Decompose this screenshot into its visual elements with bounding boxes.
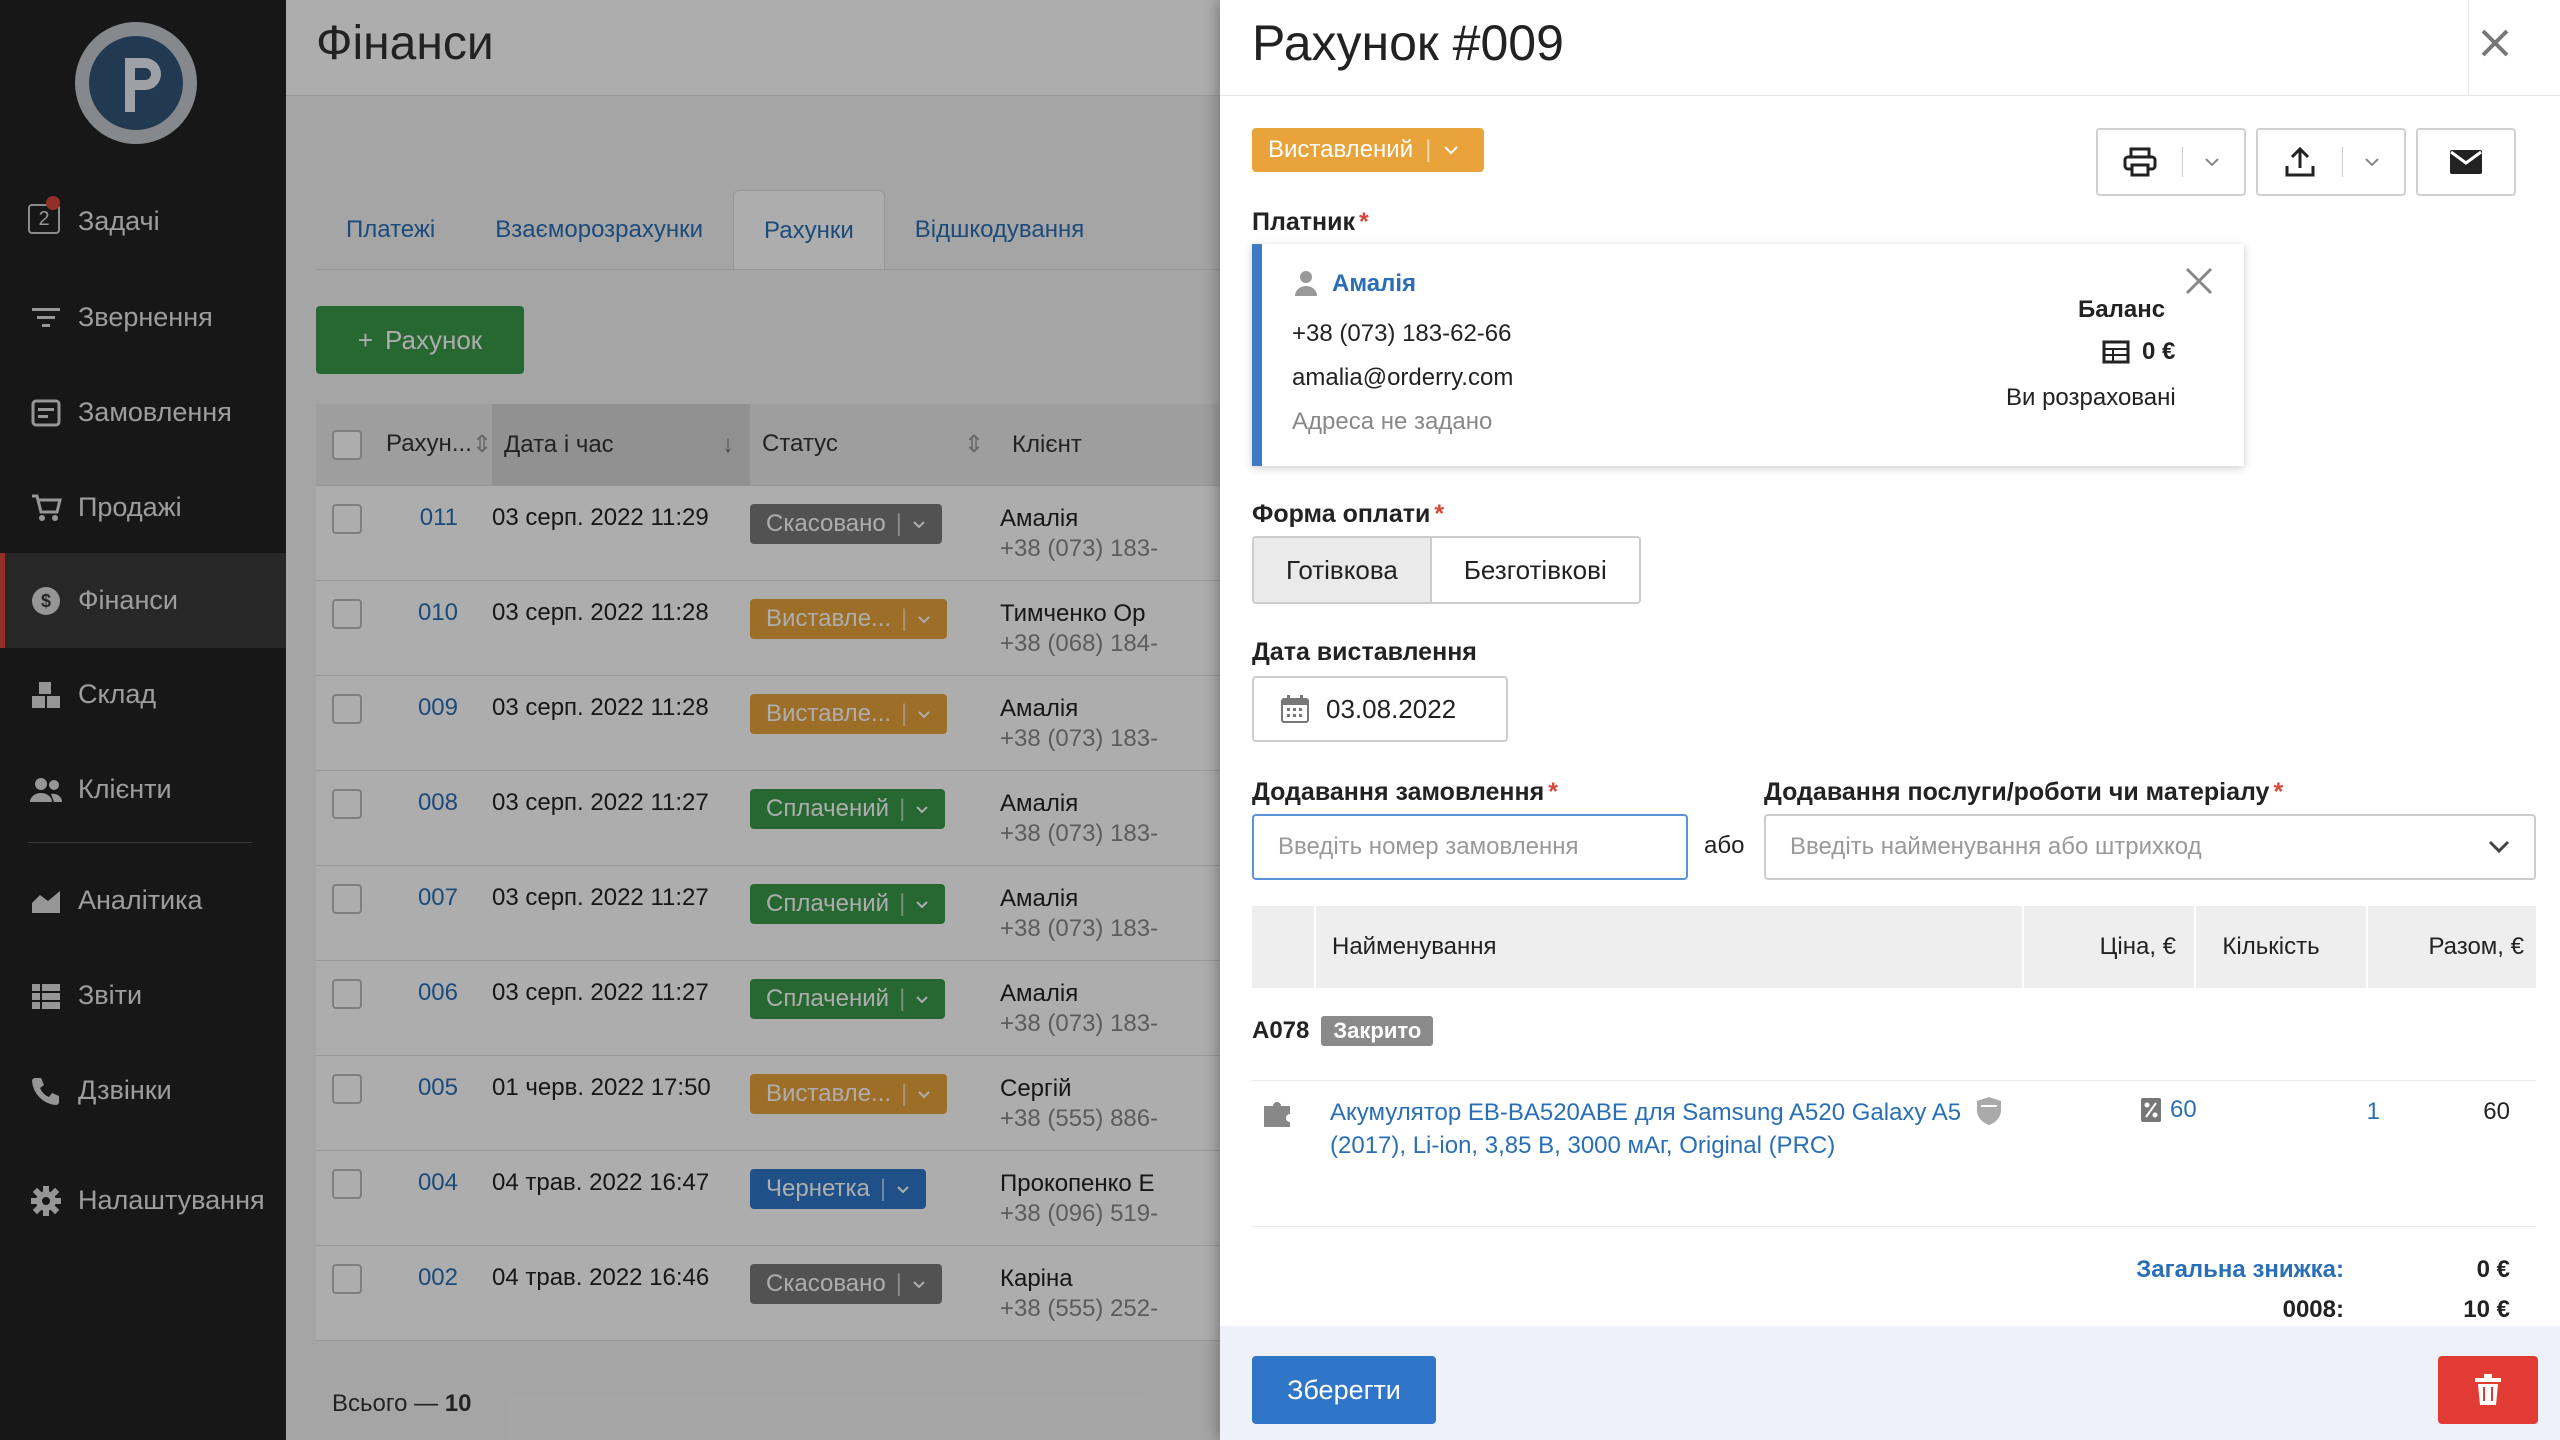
item-price[interactable]: 60	[2140, 1096, 2197, 1124]
payer-phone: +38 (073) 183-62-66	[1292, 320, 1512, 347]
order-code[interactable]: A078	[1252, 1017, 1309, 1045]
service-placeholder: Введіть найменування або штрихкод	[1790, 833, 2202, 860]
chevron-down-icon	[1444, 146, 1459, 155]
item-quantity[interactable]: 1	[2340, 1098, 2380, 1126]
payment-cash-option[interactable]: Готівкова	[1254, 538, 1432, 602]
items-table-header: Найменування Ціна, € Кількість Разом, €	[1252, 906, 2536, 988]
trash-icon	[2475, 1374, 2501, 1405]
modal-backdrop[interactable]	[0, 0, 1220, 1440]
item-name-link[interactable]: Акумулятор EB-BA520ABE для Samsung A520 …	[1330, 1096, 1970, 1162]
payer-label: Платник *	[1252, 208, 1369, 236]
balance-note: Ви розраховані	[2006, 384, 2176, 411]
close-icon	[2481, 29, 2509, 57]
or-text: або	[1704, 832, 1745, 859]
person-icon	[1295, 271, 1317, 296]
total-label: 0008:	[2282, 1296, 2344, 1323]
discount-tag-icon	[2141, 1098, 2161, 1122]
invoice-panel: Рахунок #009 Виставлений | Платник * Амал…	[1220, 0, 2560, 1440]
discount-value: 0 €	[2476, 1256, 2510, 1283]
cash-register-icon	[2102, 340, 2130, 364]
calendar-icon	[1281, 695, 1309, 723]
service-search-select[interactable]: Введіть найменування або штрихкод	[1764, 814, 2536, 880]
add-order-label: Додавання замовлення *	[1252, 778, 1558, 806]
payer-name[interactable]: Амалія	[1332, 270, 1416, 298]
col-qty: Кількість	[2222, 933, 2320, 960]
email-button[interactable]	[2416, 128, 2516, 196]
status-dropdown[interactable]: Виставлений |	[1252, 128, 1484, 172]
issue-date-field[interactable]: 03.08.2022	[1252, 676, 1508, 742]
payer-card: Амалія +38 (073) 183-62-66 amalia@orderr…	[1252, 244, 2244, 466]
puzzle-icon	[1264, 1102, 1290, 1127]
upload-icon	[2285, 146, 2315, 177]
close-panel-button[interactable]	[2470, 18, 2520, 68]
col-total: Разом, €	[2428, 933, 2524, 960]
warranty-shield-icon[interactable]	[1976, 1096, 2002, 1126]
panel-footer: Зберегти	[1220, 1326, 2560, 1440]
issue-date-value: 03.08.2022	[1326, 693, 1457, 724]
item-total: 60	[2483, 1098, 2510, 1125]
chevron-down-icon	[2365, 158, 2379, 167]
payer-email: amalia@orderry.com	[1292, 364, 1514, 391]
close-icon[interactable]	[2184, 266, 2214, 296]
print-button[interactable]	[2096, 128, 2246, 196]
chevron-down-icon	[2205, 158, 2219, 167]
envelope-icon	[2450, 150, 2482, 174]
export-button[interactable]	[2256, 128, 2406, 196]
discount-label[interactable]: Загальна знижка:	[1944, 1256, 2344, 1284]
issue-date-label: Дата виставлення	[1252, 638, 1477, 666]
order-status-badge: Закрито	[1321, 1016, 1434, 1046]
printer-icon	[2123, 147, 2157, 177]
balance-value: 0 €	[2102, 338, 2175, 366]
total-value: 10 €	[2463, 1296, 2510, 1323]
order-group-row: A078 Закрито	[1252, 1016, 1434, 1046]
col-price: Ціна, €	[2099, 933, 2176, 960]
order-number-input[interactable]	[1252, 814, 1688, 880]
row-divider	[1252, 1226, 2536, 1227]
add-service-label: Додавання послуги/роботи чи матеріалу *	[1764, 778, 2284, 806]
balance-label: Баланс	[2078, 296, 2166, 323]
panel-header: Рахунок #009	[1220, 0, 2560, 96]
panel-title: Рахунок #009	[1252, 15, 1564, 71]
payment-form-toggle: Готівкова Безготівкові	[1252, 536, 1641, 604]
payer-address: Адреса не задано	[1292, 408, 1493, 435]
row-divider	[1252, 1080, 2536, 1081]
delete-button[interactable]	[2438, 1356, 2538, 1424]
status-label: Виставлений	[1268, 136, 1414, 163]
col-name: Найменування	[1332, 933, 1497, 960]
chevron-down-icon	[2488, 840, 2510, 854]
payment-cashless-option[interactable]: Безготівкові	[1431, 538, 1639, 602]
header-divider	[2468, 0, 2469, 96]
save-button[interactable]: Зберегти	[1252, 1356, 1436, 1424]
payment-form-label: Форма оплати *	[1252, 500, 1445, 528]
